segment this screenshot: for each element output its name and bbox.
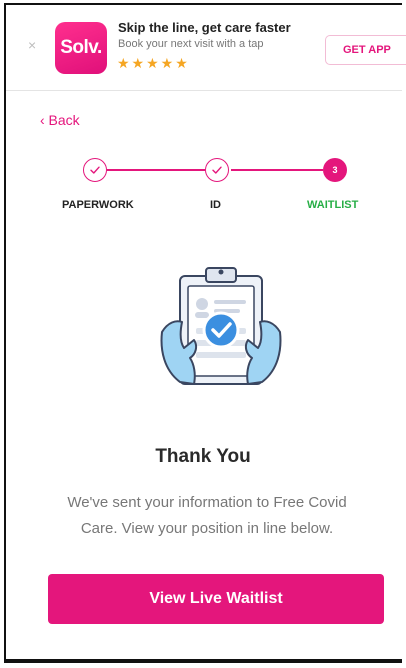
step-label-id: ID <box>210 199 221 211</box>
step-id-circle <box>205 158 229 182</box>
step-label-waitlist: WAITLIST <box>307 199 359 211</box>
step-label-paperwork: PAPERWORK <box>62 199 134 211</box>
stepper-connector-1 <box>107 169 205 171</box>
check-icon <box>90 166 100 174</box>
step-paperwork-circle <box>83 158 107 182</box>
banner-title: Skip the line, get care faster <box>118 20 291 35</box>
get-app-button[interactable]: GET APP <box>325 35 406 65</box>
close-icon[interactable]: × <box>28 38 36 52</box>
stepper-connector-2 <box>231 169 323 171</box>
banner-subtitle: Book your next visit with a tap <box>118 38 264 50</box>
thank-you-heading: Thank You <box>155 446 251 467</box>
banner-divider <box>6 90 402 91</box>
solv-app-logo: Solv. <box>55 22 107 74</box>
step-waitlist-circle: 3 <box>323 158 347 182</box>
confirmation-message: We've sent your information to Free Covi… <box>67 494 347 537</box>
star-rating: ★★★★★ <box>117 55 190 71</box>
view-live-waitlist-button[interactable]: View Live Waitlist <box>48 574 384 624</box>
back-link[interactable]: ‹ Back <box>40 112 80 128</box>
frame-bottom-border <box>4 661 402 663</box>
check-icon <box>212 166 222 174</box>
clipboard-check-illustration <box>150 262 292 404</box>
